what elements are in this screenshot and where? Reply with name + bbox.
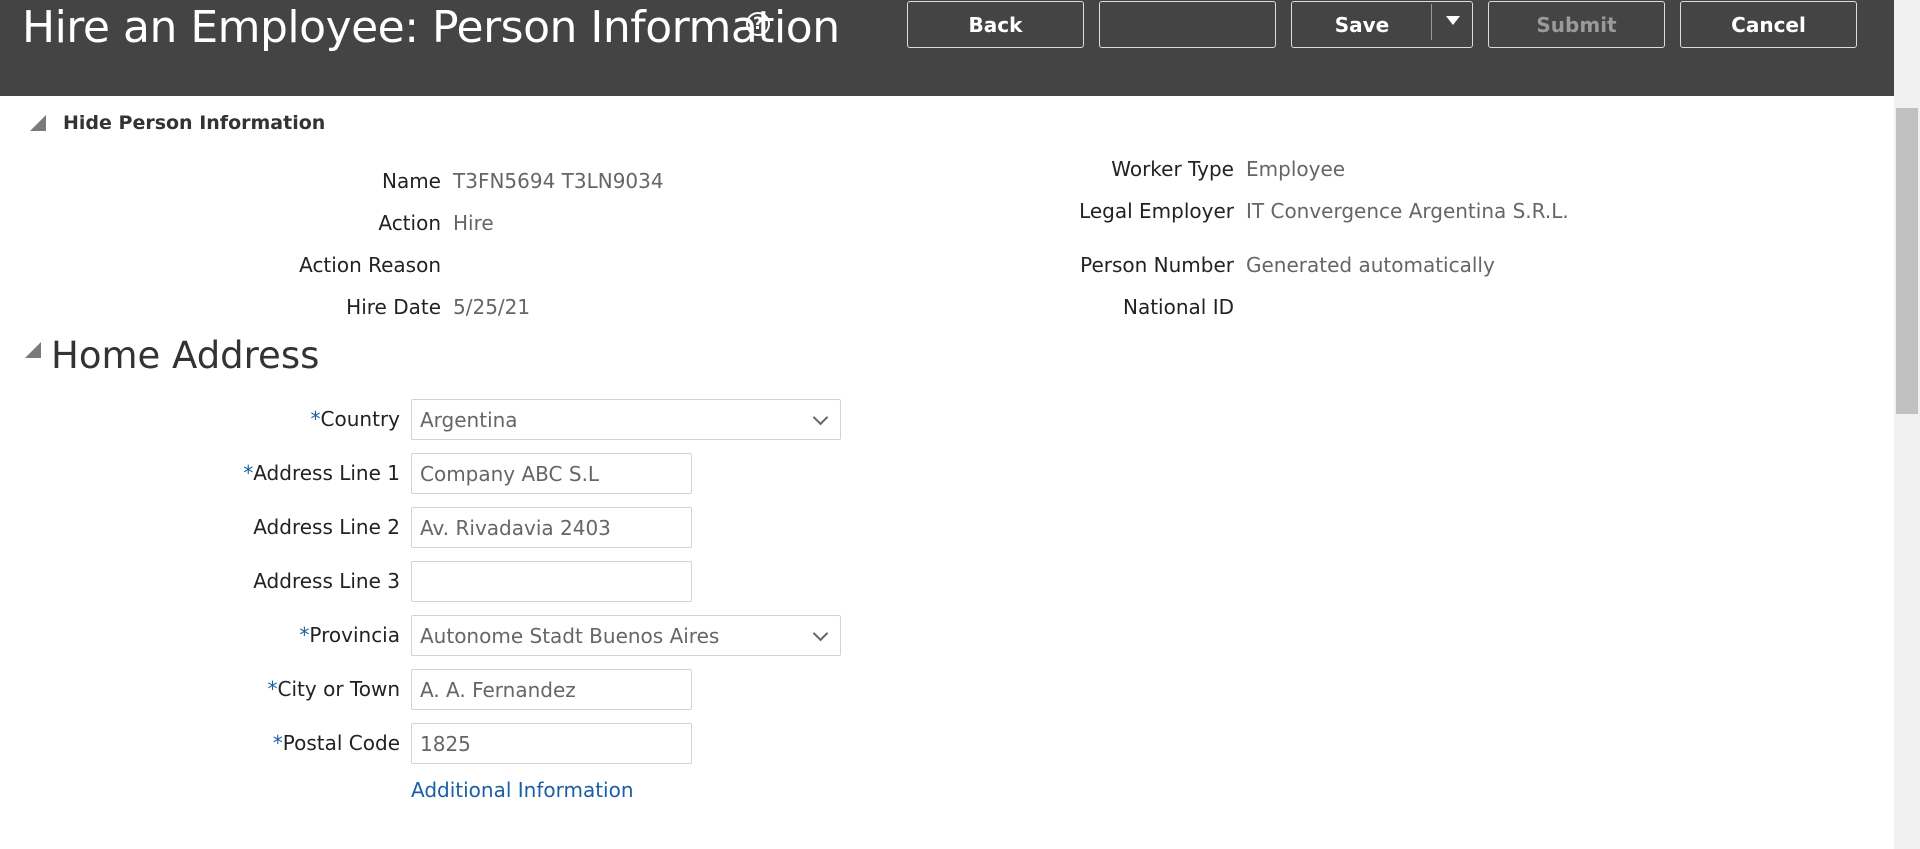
- save-button[interactable]: Save: [1291, 1, 1473, 48]
- info-value-person-number: Generated automatically: [1246, 253, 1495, 277]
- info-label-action: Action: [378, 211, 441, 235]
- address-line-1-input[interactable]: Company ABC S.L: [411, 453, 692, 494]
- required-mark: *: [272, 731, 283, 755]
- info-value-action: Hire: [453, 211, 494, 235]
- required-mark: *: [243, 461, 254, 485]
- address-line-1-label: *Address Line 1: [243, 461, 400, 485]
- cancel-button[interactable]: Cancel: [1680, 1, 1857, 48]
- chevron-down-icon: [812, 409, 829, 426]
- info-label-national-id: National ID: [1123, 295, 1234, 319]
- required-mark: *: [310, 407, 321, 431]
- submit-button[interactable]: Submit: [1488, 1, 1665, 48]
- save-divider: [1431, 4, 1432, 40]
- country-label: *Country: [310, 407, 400, 431]
- info-label-action-reason: Action Reason: [299, 253, 441, 277]
- help-icon[interactable]: ?: [746, 12, 770, 36]
- city-value: A. A. Fernandez: [420, 677, 576, 702]
- address-line-3-input[interactable]: [411, 561, 692, 602]
- address-line-2-label: Address Line 2: [253, 515, 400, 539]
- address-line-2-value: Av. Rivadavia 2403: [420, 515, 611, 540]
- page-title: Hire an Employee: Person Information: [22, 2, 840, 53]
- postal-code-value: 1825: [420, 731, 471, 756]
- address-line-3-label: Address Line 3: [253, 569, 400, 593]
- info-value-legal-employer: IT Convergence Argentina S.R.L.: [1246, 199, 1569, 223]
- submit-button-label: Submit: [1536, 12, 1617, 37]
- home-address-title: Home Address: [51, 334, 320, 377]
- required-mark: *: [299, 623, 310, 647]
- back-button[interactable]: Back: [907, 1, 1084, 48]
- city-input[interactable]: A. A. Fernandez: [411, 669, 692, 710]
- scrollbar-thumb[interactable]: [1896, 108, 1918, 414]
- chevron-down-icon: [812, 625, 829, 642]
- provincia-select[interactable]: Autonome Stadt Buenos Aires: [411, 615, 841, 656]
- hide-person-information-toggle[interactable]: Hide Person Information: [63, 112, 325, 134]
- collapse-triangle-icon[interactable]: [30, 115, 46, 131]
- postal-code-label: *Postal Code: [272, 731, 400, 755]
- info-label-name: Name: [381, 169, 441, 193]
- city-label: *City or Town: [267, 677, 400, 701]
- country-value: Argentina: [420, 407, 518, 432]
- postal-code-input[interactable]: 1825: [411, 723, 692, 764]
- info-label-legal-employer: Legal Employer: [1079, 199, 1234, 223]
- provincia-value: Autonome Stadt Buenos Aires: [420, 623, 720, 648]
- provincia-label: *Provincia: [299, 623, 400, 647]
- info-label-worker-type: Worker Type: [1111, 157, 1234, 181]
- blank-button[interactable]: [1099, 1, 1276, 48]
- cancel-button-label: Cancel: [1731, 12, 1806, 37]
- collapse-triangle-icon[interactable]: [25, 342, 41, 358]
- address-line-1-value: Company ABC S.L: [420, 461, 600, 486]
- country-select[interactable]: Argentina: [411, 399, 841, 440]
- save-button-label: Save: [1334, 12, 1390, 37]
- back-button-label: Back: [968, 12, 1023, 37]
- info-value-worker-type: Employee: [1246, 157, 1346, 181]
- page-header: Hire an Employee: Person Information ? B…: [0, 0, 1894, 96]
- info-value-hire-date: 5/25/21: [453, 295, 531, 319]
- address-line-2-input[interactable]: Av. Rivadavia 2403: [411, 507, 692, 548]
- info-label-person-number: Person Number: [1080, 253, 1234, 277]
- caret-down-icon[interactable]: [1446, 16, 1460, 25]
- required-mark: *: [267, 677, 278, 701]
- info-value-name: T3FN5694 T3LN9034: [453, 169, 664, 193]
- additional-information-link[interactable]: Additional Information: [411, 778, 634, 802]
- info-label-hire-date: Hire Date: [346, 295, 441, 319]
